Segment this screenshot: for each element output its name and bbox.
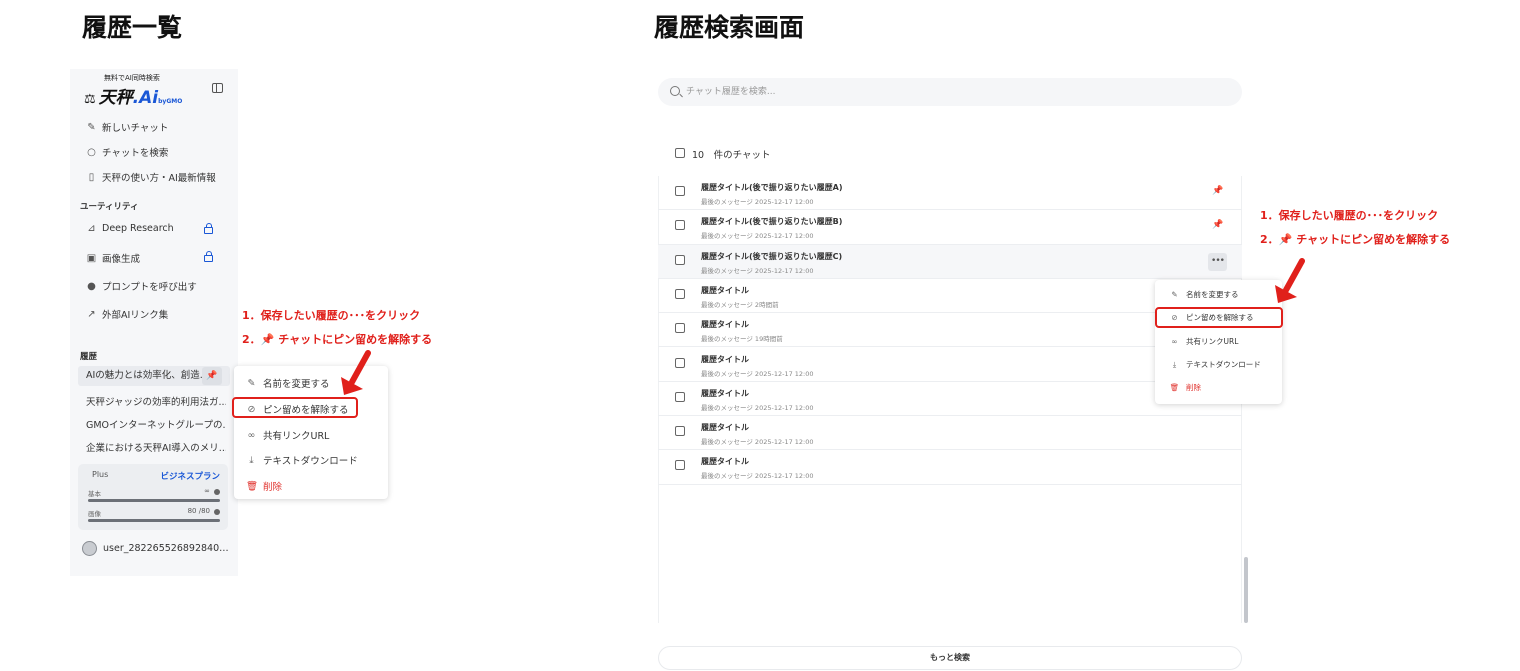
step2-text: 2．📌 チャットにピン留めを解除する [1260, 233, 1451, 246]
external-link-icon: ↗ [87, 308, 96, 320]
row-checkbox[interactable] [675, 288, 685, 299]
pin-icon: 📌 [260, 333, 275, 346]
share-link-item[interactable]: ∞ 共有リンクURL [246, 428, 330, 443]
info-icon[interactable] [214, 509, 220, 515]
plan-image-value: 80 /80 [187, 507, 210, 515]
download-item[interactable]: ⤓ テキストダウンロード [1169, 359, 1261, 370]
plan-name: ビジネスプラン [160, 472, 220, 482]
pin-icon[interactable]: 📌 [202, 367, 222, 385]
context-menu: ✎ 名前を変更する ⊘ ピン留めを解除する ∞ 共有リンクURL ⤓ テキストダウンロー… [1155, 280, 1282, 404]
row-checkbox[interactable] [675, 186, 685, 196]
plan-image-bar [88, 519, 220, 522]
delete-item[interactable]: 🗑 削除 [246, 479, 282, 494]
step2-text: 2．📌 チャットにピン留めを解除する [242, 333, 433, 346]
step1-text: 1．保存したい履歴の･･･をクリック [1260, 209, 1439, 222]
sidebar-item-prompt[interactable]: ● プロンプトを呼び出す [86, 279, 197, 294]
sidebar-item-guide[interactable]: ▯ 天秤の使い方・AI最新情報 [86, 170, 216, 185]
highlight-box [232, 397, 358, 418]
sidebar-item-deep-research[interactable]: ⊿ Deep Research [86, 223, 173, 234]
chat-count: 10 件のチャット [692, 150, 771, 161]
pencil-icon: ✎ [247, 377, 256, 389]
sidebar-item-image-gen[interactable]: ▣ 画像生成 [86, 251, 140, 266]
lock-icon [204, 223, 213, 234]
sidebar-toggle-icon[interactable] [212, 83, 223, 93]
link-icon: ∞ [1171, 337, 1178, 346]
bulb-icon: ● [87, 280, 96, 292]
rename-item[interactable]: ✎ 名前を変更する [246, 376, 330, 391]
highlight-box [1155, 307, 1283, 328]
search-icon [670, 86, 680, 96]
sidebar-item-new-chat[interactable]: ✎ 新しいチャット [86, 120, 168, 135]
research-icon: ⊿ [87, 223, 96, 234]
search-icon: ○ [87, 146, 96, 158]
table-row[interactable]: 履歴タイトル 最後のメッセージ 2025-12-17 12:00 [658, 416, 1242, 451]
book-icon: ▯ [88, 171, 95, 183]
plan-basic-label: 基本 [88, 490, 101, 498]
plan-image-label: 画像 [88, 510, 101, 518]
logo[interactable]: ⚖ 天秤.AibyGMO [84, 83, 182, 108]
rename-item[interactable]: ✎ 名前を変更する [1169, 289, 1238, 300]
search-bar[interactable] [658, 78, 1242, 106]
right-heading: 履歴検索画面 [654, 13, 805, 42]
red-arrow-icon [341, 350, 371, 395]
trash-icon: 🗑 [1169, 383, 1180, 392]
table-row[interactable]: 履歴タイトル(後で振り返りたい履歴C) 最後のメッセージ 2025-12-17 … [658, 244, 1242, 279]
left-heading: 履歴一覧 [82, 13, 183, 42]
row-checkbox[interactable] [675, 357, 685, 368]
more-options-button[interactable]: ••• [1208, 252, 1227, 271]
history-item[interactable]: 企業における天秤AI導入のメリ... [86, 440, 226, 454]
history-heading: 履歴 [80, 352, 98, 362]
row-checkbox[interactable] [675, 323, 685, 334]
table-row[interactable]: 履歴タイトル 最後のメッセージ 2025-12-17 12:00 [658, 450, 1242, 485]
delete-item[interactable]: 🗑 削除 [1169, 382, 1201, 393]
sidebar: 無料でAI同時検索 ⚖ 天秤.AibyGMO ✎ 新しいチャット ○ チャットを検… [70, 69, 238, 576]
download-icon: ⤓ [1172, 359, 1177, 369]
table-row[interactable]: 履歴タイトル(後で振り返りたい履歴B) 最後のメッセージ 2025-12-17 … [658, 210, 1242, 245]
user-account[interactable]: user_282265526892840… [82, 541, 229, 556]
pin-icon[interactable]: 📌 [1212, 220, 1223, 230]
pencil-icon: ✎ [1171, 290, 1178, 299]
scrollbar[interactable] [1244, 557, 1248, 623]
select-all-checkbox[interactable] [675, 148, 685, 158]
download-item[interactable]: ⤓ テキストダウンロード [246, 453, 357, 468]
plan-basic-value: ∞ [204, 487, 210, 495]
pin-icon[interactable]: 📌 [1212, 186, 1223, 196]
new-chat-icon: ✎ [87, 121, 96, 133]
lock-icon [204, 251, 213, 262]
share-link-item[interactable]: ∞ 共有リンクURL [1169, 336, 1238, 347]
plan-tag: Plus [92, 470, 109, 479]
scale-icon: ⚖ [84, 92, 96, 107]
row-checkbox[interactable] [675, 460, 685, 471]
red-arrow-icon [1275, 258, 1305, 303]
plan-basic-bar [88, 499, 220, 502]
sidebar-item-external-links[interactable]: ↗ 外部AIリンク集 [86, 307, 168, 322]
avatar [82, 541, 97, 556]
history-item[interactable]: GMOインターネットグループの... [86, 417, 226, 431]
table-row[interactable]: 履歴タイトル(後で振り返りたい履歴A) 最後のメッセージ 2025-12-17 … [658, 176, 1242, 211]
row-checkbox[interactable] [675, 254, 685, 265]
plan-box[interactable]: Plus ビジネスプラン 基本 ∞ 画像 80 /80 [78, 464, 228, 530]
info-icon[interactable] [214, 489, 220, 495]
logo-tagline: 無料でAI同時検索 [104, 74, 160, 82]
step1-text: 1．保存したい履歴の･･･をクリック [242, 309, 421, 322]
more-search-button[interactable]: もっと検索 [658, 646, 1242, 670]
download-icon: ⤓ [249, 454, 254, 466]
row-checkbox[interactable] [675, 426, 685, 437]
utility-heading: ユーティリティ [80, 202, 139, 212]
row-checkbox[interactable] [675, 220, 685, 231]
search-input[interactable] [686, 78, 1206, 106]
row-checkbox[interactable] [675, 391, 685, 402]
pin-icon: 📌 [1278, 233, 1293, 246]
trash-icon: 🗑 [246, 480, 259, 492]
image-icon: ▣ [86, 252, 97, 264]
history-item[interactable]: 天秤ジャッジの効率的利用法ガ... [86, 394, 226, 408]
link-icon: ∞ [247, 429, 256, 441]
user-name: user_282265526892840… [103, 543, 229, 554]
sidebar-item-search[interactable]: ○ チャットを検索 [86, 145, 168, 160]
